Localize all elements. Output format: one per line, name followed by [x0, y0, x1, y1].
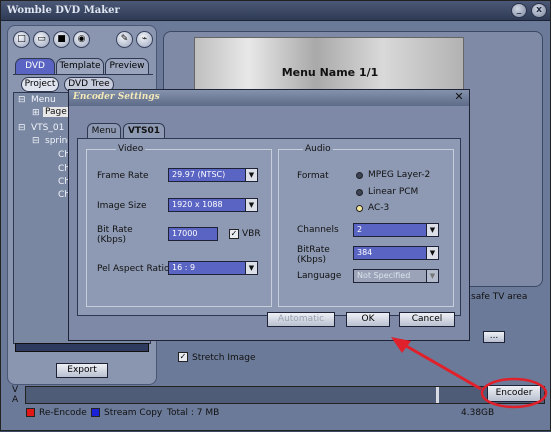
annotation-overlay — [391, 337, 548, 409]
annotation-arrow-head — [391, 337, 411, 353]
encoder-highlight-ellipse — [480, 377, 548, 409]
annotation-arrow-line — [400, 341, 482, 391]
app-window: Womble DVD Maker _ x □ ▭ ■ ◉ ✎ ⌁ DVD Tem… — [0, 0, 551, 431]
